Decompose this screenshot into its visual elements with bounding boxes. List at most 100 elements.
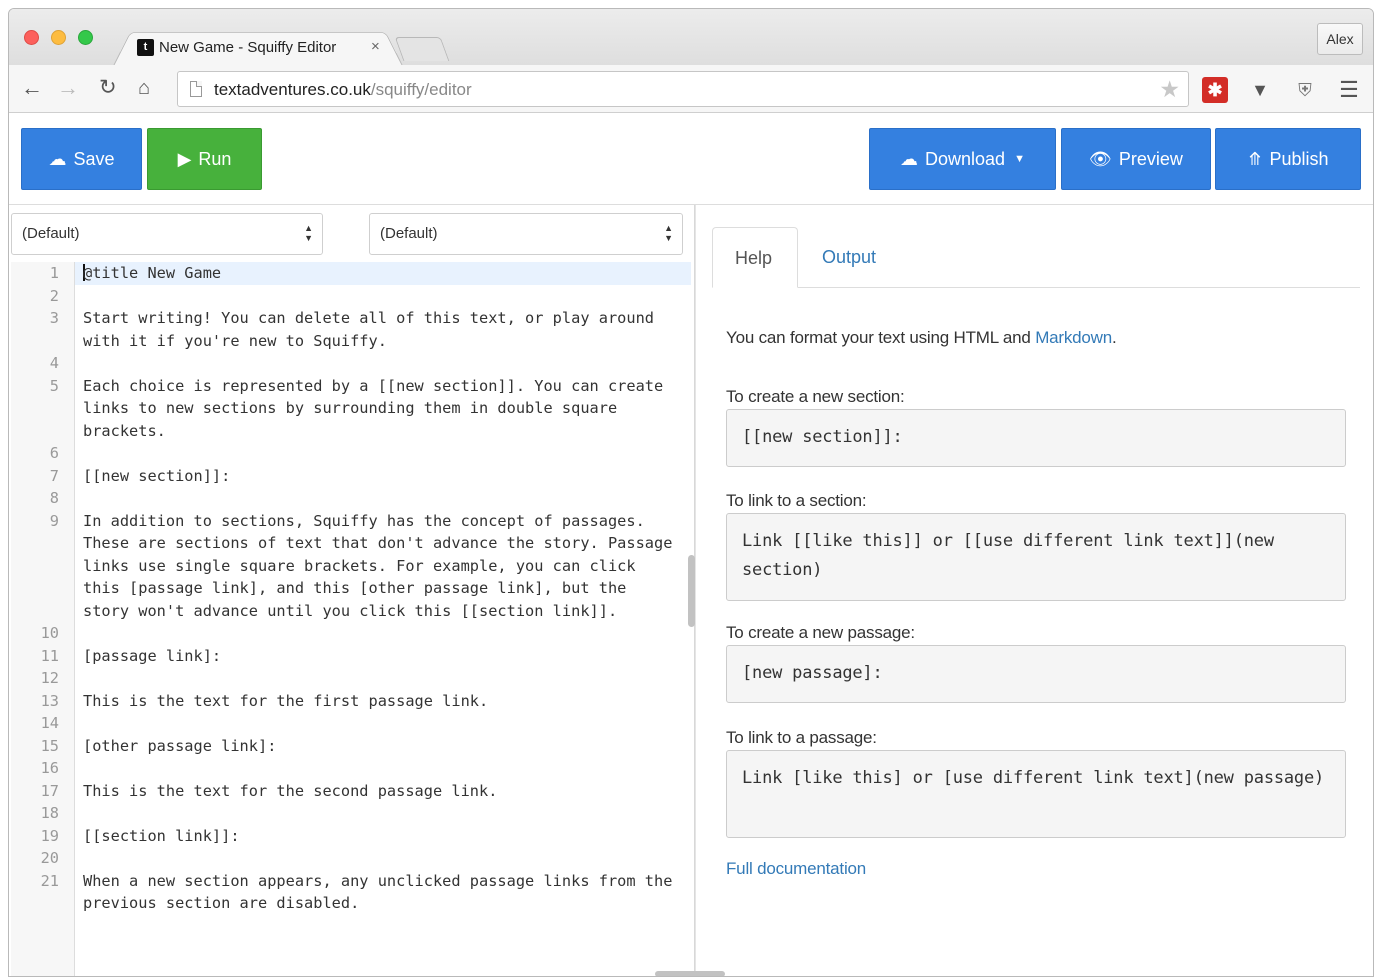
editor-line[interactable]: 17 This is the text for the second passag… [11,780,691,803]
editor-toolbar: ☁ Save ▶ Run ☁ Download ▼ 👁 Preview ⤊ Pu… [9,113,1373,205]
editor-line[interactable]: 21 When a new section appears, any unclic… [11,870,691,915]
line-text[interactable]: This is the text for the second passage … [75,780,691,803]
editor-line[interactable]: 1 @title New Game [11,262,691,285]
eye-icon: 👁 [1089,148,1112,169]
editor-line[interactable]: 20 [11,847,691,870]
forward-arrow-icon[interactable]: → [57,75,79,101]
line-text[interactable]: When a new section appears, any unclicke… [75,870,691,915]
shield-icon[interactable]: ⛨ [1292,77,1318,103]
tab-close-icon[interactable]: × [371,38,380,55]
line-number: 20 [40,849,59,867]
save-button[interactable]: ☁ Save [21,128,142,190]
pocket-icon[interactable]: ▼ [1247,77,1273,103]
editor-line[interactable]: 3 Start writing! You can delete all of th… [11,307,691,352]
editor-line[interactable]: 14 [11,712,691,735]
arrow-up-circle-icon: ⤊ [1247,148,1263,169]
line-text[interactable] [75,487,691,510]
line-number: 21 [40,871,59,890]
link-section-label: To link to a section: [726,491,867,510]
line-number: 10 [40,624,59,642]
section-select[interactable]: (Default) ▲ ▼ [11,213,323,255]
editor-line[interactable]: 19 [[section link]]: [11,825,691,848]
editor-line[interactable]: 11 [passage link]: [11,645,691,668]
bottom-scrollbar[interactable] [655,971,725,976]
line-number: 1 [49,264,59,282]
url-text[interactable]: textadventures.co.uk/squiffy/editor [214,80,472,100]
line-number: 4 [49,354,59,372]
full-documentation-link[interactable]: Full documentation [726,859,866,878]
download-button[interactable]: ☁ Download ▼ [869,128,1056,190]
editor-line[interactable]: 4 [11,352,691,375]
publish-button[interactable]: ⤊ Publish [1215,128,1361,190]
caret-down-icon: ▼ [1014,153,1025,165]
help-intro: You can format your text using HTML and … [726,328,1117,347]
pane-tabs: Help Output [712,227,1360,288]
code-editor[interactable]: 1 @title New Game 2 3 Start writing! You can… [11,262,691,976]
line-number: 17 [40,781,59,800]
close-window-button[interactable] [24,30,39,45]
squiffy-editor-app: ☁ Save ▶ Run ☁ Download ▼ 👁 Preview ⤊ Pu… [9,113,1373,976]
select-arrows-icon: ▲ ▼ [664,223,673,243]
line-text[interactable]: [other passage link]: [75,735,691,758]
profile-button[interactable]: Alex [1317,23,1363,55]
editor-line[interactable]: 18 [11,802,691,825]
editor-line[interactable]: 2 [11,285,691,308]
new-tab-button[interactable] [394,37,450,61]
line-number: 16 [40,759,59,777]
editor-line[interactable]: 7 [[new section]]: [11,465,691,488]
editor-line[interactable]: 13 This is the text for the first passage… [11,690,691,713]
zoom-window-button[interactable] [78,30,93,45]
browser-tab[interactable]: t New Game - Squiffy Editor × [113,27,403,66]
line-text[interactable]: Start writing! You can delete all of thi… [75,307,691,352]
line-text[interactable] [75,757,691,780]
line-text[interactable] [75,712,691,735]
line-number: 5 [49,376,59,395]
tab-help[interactable]: Help [712,227,798,288]
link-passage-code: Link [like this] or [use different link … [726,750,1346,838]
back-arrow-icon[interactable]: ← [21,75,43,101]
reload-icon[interactable]: ↻ [99,75,117,101]
hamburger-menu-icon[interactable]: ☰ [1336,77,1362,103]
editor-line[interactable]: 6 [11,442,691,465]
line-text[interactable] [75,802,691,825]
run-button[interactable]: ▶ Run [147,128,262,190]
line-text[interactable] [75,285,691,308]
markdown-link[interactable]: Markdown [1035,328,1112,347]
editor-scrollbar[interactable] [688,555,695,627]
line-text[interactable]: [[section link]]: [75,825,691,848]
lastpass-icon[interactable]: ✱ [1202,77,1228,103]
minimize-window-button[interactable] [51,30,66,45]
editor-line[interactable]: 12 [11,667,691,690]
line-text[interactable] [75,847,691,870]
editor-line[interactable]: 9 In addition to sections, Squiffy has th… [11,510,691,623]
line-text[interactable]: @title New Game [75,262,691,285]
editor-lines: 1 @title New Game 2 3 Start writing! You can… [11,262,691,915]
line-number: 19 [40,826,59,845]
editor-line[interactable]: 10 [11,622,691,645]
editor-line[interactable]: 5 Each choice is represented by a [[new s… [11,375,691,443]
line-number: 13 [40,691,59,710]
line-text[interactable]: This is the text for the first passage l… [75,690,691,713]
editor-line[interactable]: 16 [11,757,691,780]
line-text[interactable]: Each choice is represented by a [[new se… [75,375,691,443]
line-text[interactable]: In addition to sections, Squiffy has the… [75,510,691,623]
tab-output[interactable]: Output [800,227,898,288]
home-icon[interactable]: ⌂ [138,75,150,101]
address-bar[interactable]: textadventures.co.uk/squiffy/editor ★ [177,71,1189,107]
line-text[interactable] [75,622,691,645]
star-icon[interactable]: ★ [1159,76,1180,103]
preview-button[interactable]: 👁 Preview [1061,128,1211,190]
line-text[interactable]: [[new section]]: [75,465,691,488]
line-number: 15 [40,736,59,755]
passage-select[interactable]: (Default) ▲ ▼ [369,213,683,255]
editor-line[interactable]: 8 [11,487,691,510]
new-section-label: To create a new section: [726,387,905,406]
line-text[interactable]: [passage link]: [75,645,691,668]
line-text[interactable] [75,667,691,690]
line-text[interactable] [75,442,691,465]
new-passage-code: [new passage]: [726,645,1346,703]
play-icon: ▶ [177,148,192,169]
browser-toolbar: ← → ↻ ⌂ textadventures.co.uk/squiffy/edi… [9,65,1373,113]
line-text[interactable] [75,352,691,375]
editor-line[interactable]: 15 [other passage link]: [11,735,691,758]
